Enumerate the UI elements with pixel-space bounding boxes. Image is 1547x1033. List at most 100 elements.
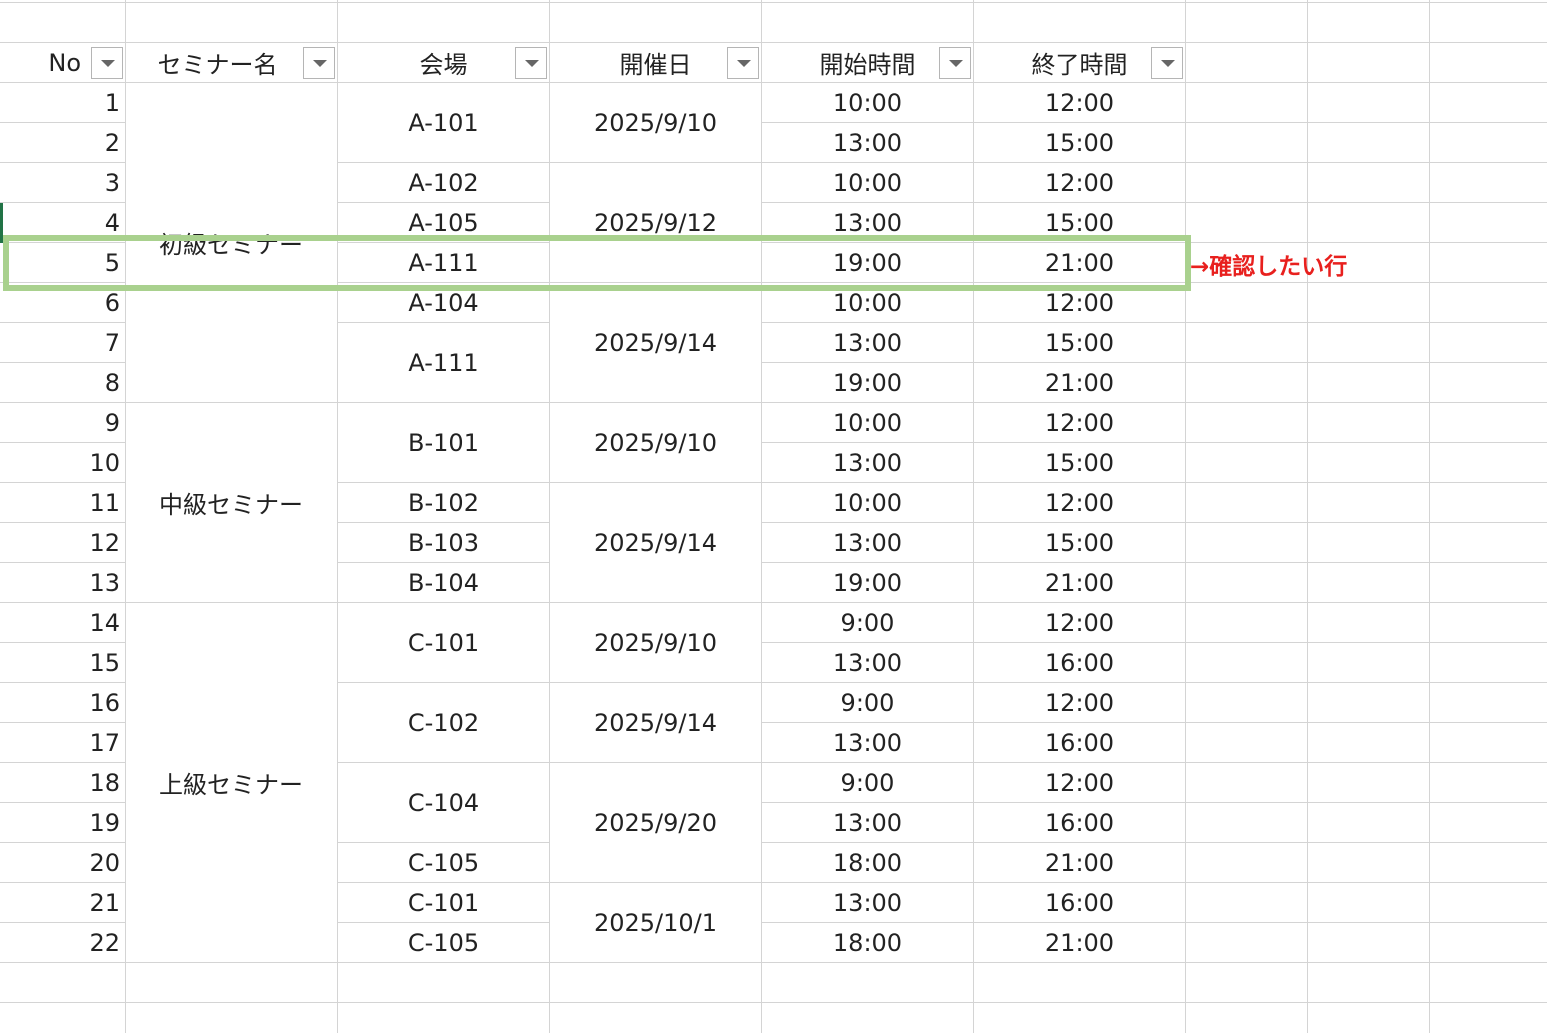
cell-end-time[interactable]: 15:00 <box>974 123 1185 162</box>
cell-no[interactable]: 3 <box>0 163 125 202</box>
cell-start-time[interactable]: 9:00 <box>762 603 973 642</box>
cell-no[interactable]: 11 <box>0 483 125 522</box>
cell-end-time[interactable]: 15:00 <box>974 203 1185 242</box>
cell-no[interactable]: 6 <box>0 283 125 322</box>
filter-dropdown-date[interactable] <box>727 47 759 79</box>
cell-start-time[interactable]: 19:00 <box>762 563 973 602</box>
cell-venue[interactable]: A-101 <box>338 83 549 162</box>
cell-end-time[interactable]: 12:00 <box>974 403 1185 442</box>
cell-end-time[interactable]: 12:00 <box>974 283 1185 322</box>
cell-date[interactable]: 2025/9/10 <box>550 603 761 682</box>
filter-dropdown-venue[interactable] <box>515 47 547 79</box>
cell-start-time[interactable]: 13:00 <box>762 643 973 682</box>
cell-venue[interactable]: A-104 <box>338 283 549 322</box>
cell-no[interactable]: 15 <box>0 643 125 682</box>
spreadsheet-grid[interactable]: No セミナー名 会場 開催日 開始時間 終了時間 1 2 3 4 5 6 7 … <box>0 0 1547 1033</box>
cell-start-time[interactable]: 10:00 <box>762 83 973 122</box>
cell-end-time[interactable]: 15:00 <box>974 323 1185 362</box>
cell-venue[interactable]: B-102 <box>338 483 549 522</box>
cell-no[interactable]: 9 <box>0 403 125 442</box>
cell-end-time[interactable]: 15:00 <box>974 443 1185 482</box>
cell-no[interactable]: 8 <box>0 363 125 402</box>
cell-end-time[interactable]: 12:00 <box>974 683 1185 722</box>
filter-dropdown-seminar-name[interactable] <box>303 47 335 79</box>
filter-dropdown-start-time[interactable] <box>939 47 971 79</box>
cell-end-time[interactable]: 16:00 <box>974 723 1185 762</box>
cell-start-time[interactable]: 10:00 <box>762 403 973 442</box>
cell-start-time[interactable]: 19:00 <box>762 243 973 282</box>
cell-no[interactable]: 7 <box>0 323 125 362</box>
cell-end-time[interactable]: 16:00 <box>974 803 1185 842</box>
cell-no[interactable]: 12 <box>0 523 125 562</box>
cell-no[interactable]: 1 <box>0 83 125 122</box>
cell-date[interactable]: 2025/9/12 <box>550 163 761 282</box>
cell-venue[interactable]: A-105 <box>338 203 549 242</box>
cell-no[interactable]: 19 <box>0 803 125 842</box>
cell-start-time[interactable]: 13:00 <box>762 443 973 482</box>
cell-seminar-name[interactable]: 初級セミナー <box>126 83 337 402</box>
cell-start-time[interactable]: 13:00 <box>762 723 973 762</box>
cell-start-time[interactable]: 13:00 <box>762 803 973 842</box>
cell-no[interactable]: 17 <box>0 723 125 762</box>
cell-venue[interactable]: B-101 <box>338 403 549 482</box>
cell-no[interactable]: 21 <box>0 883 125 922</box>
cell-no[interactable]: 20 <box>0 843 125 882</box>
cell-end-time[interactable]: 12:00 <box>974 83 1185 122</box>
cell-date[interactable]: 2025/9/14 <box>550 283 761 402</box>
cell-venue[interactable]: C-101 <box>338 603 549 682</box>
cell-end-time[interactable]: 21:00 <box>974 243 1185 282</box>
cell-start-time[interactable]: 9:00 <box>762 683 973 722</box>
cell-end-time[interactable]: 15:00 <box>974 523 1185 562</box>
cell-venue[interactable]: B-103 <box>338 523 549 562</box>
cell-start-time[interactable]: 19:00 <box>762 363 973 402</box>
cell-no[interactable]: 5 <box>0 243 125 282</box>
cell-venue[interactable]: C-105 <box>338 843 549 882</box>
cell-venue[interactable]: C-104 <box>338 763 549 842</box>
filter-dropdown-no[interactable] <box>91 47 123 79</box>
cell-date[interactable]: 2025/9/14 <box>550 683 761 762</box>
cell-end-time[interactable]: 21:00 <box>974 363 1185 402</box>
cell-end-time[interactable]: 16:00 <box>974 883 1185 922</box>
cell-end-time[interactable]: 16:00 <box>974 643 1185 682</box>
cell-no[interactable]: 14 <box>0 603 125 642</box>
cell-venue[interactable]: C-105 <box>338 923 549 962</box>
cell-no[interactable]: 2 <box>0 123 125 162</box>
cell-seminar-name[interactable]: 上級セミナー <box>126 603 337 962</box>
cell-seminar-name[interactable]: 中級セミナー <box>126 403 337 602</box>
cell-no[interactable]: 22 <box>0 923 125 962</box>
cell-date[interactable]: 2025/9/14 <box>550 483 761 602</box>
cell-end-time[interactable]: 21:00 <box>974 843 1185 882</box>
cell-end-time[interactable]: 21:00 <box>974 923 1185 962</box>
cell-start-time[interactable]: 18:00 <box>762 843 973 882</box>
cell-end-time[interactable]: 12:00 <box>974 603 1185 642</box>
cell-end-time[interactable]: 21:00 <box>974 563 1185 602</box>
cell-start-time[interactable]: 13:00 <box>762 203 973 242</box>
cell-no[interactable]: 18 <box>0 763 125 802</box>
cell-start-time[interactable]: 10:00 <box>762 483 973 522</box>
cell-no[interactable]: 16 <box>0 683 125 722</box>
cell-no[interactable]: 13 <box>0 563 125 602</box>
cell-venue[interactable]: B-104 <box>338 563 549 602</box>
cell-venue[interactable]: C-102 <box>338 683 549 762</box>
cell-venue[interactable]: C-101 <box>338 883 549 922</box>
cell-date[interactable]: 2025/9/10 <box>550 83 761 162</box>
cell-start-time[interactable]: 9:00 <box>762 763 973 802</box>
cell-end-time[interactable]: 12:00 <box>974 483 1185 522</box>
cell-venue[interactable]: A-102 <box>338 163 549 202</box>
cell-venue[interactable]: A-111 <box>338 323 549 402</box>
cell-end-time[interactable]: 12:00 <box>974 163 1185 202</box>
cell-start-time[interactable]: 13:00 <box>762 123 973 162</box>
cell-date[interactable]: 2025/9/10 <box>550 403 761 482</box>
cell-start-time[interactable]: 13:00 <box>762 883 973 922</box>
cell-no[interactable]: 10 <box>0 443 125 482</box>
filter-dropdown-end-time[interactable] <box>1151 47 1183 79</box>
cell-start-time[interactable]: 13:00 <box>762 523 973 562</box>
cell-venue[interactable]: A-111 <box>338 243 549 282</box>
cell-end-time[interactable]: 12:00 <box>974 763 1185 802</box>
cell-date[interactable]: 2025/10/1 <box>550 883 761 962</box>
cell-start-time[interactable]: 10:00 <box>762 163 973 202</box>
cell-start-time[interactable]: 13:00 <box>762 323 973 362</box>
cell-start-time[interactable]: 18:00 <box>762 923 973 962</box>
cell-date[interactable]: 2025/9/20 <box>550 763 761 882</box>
cell-start-time[interactable]: 10:00 <box>762 283 973 322</box>
